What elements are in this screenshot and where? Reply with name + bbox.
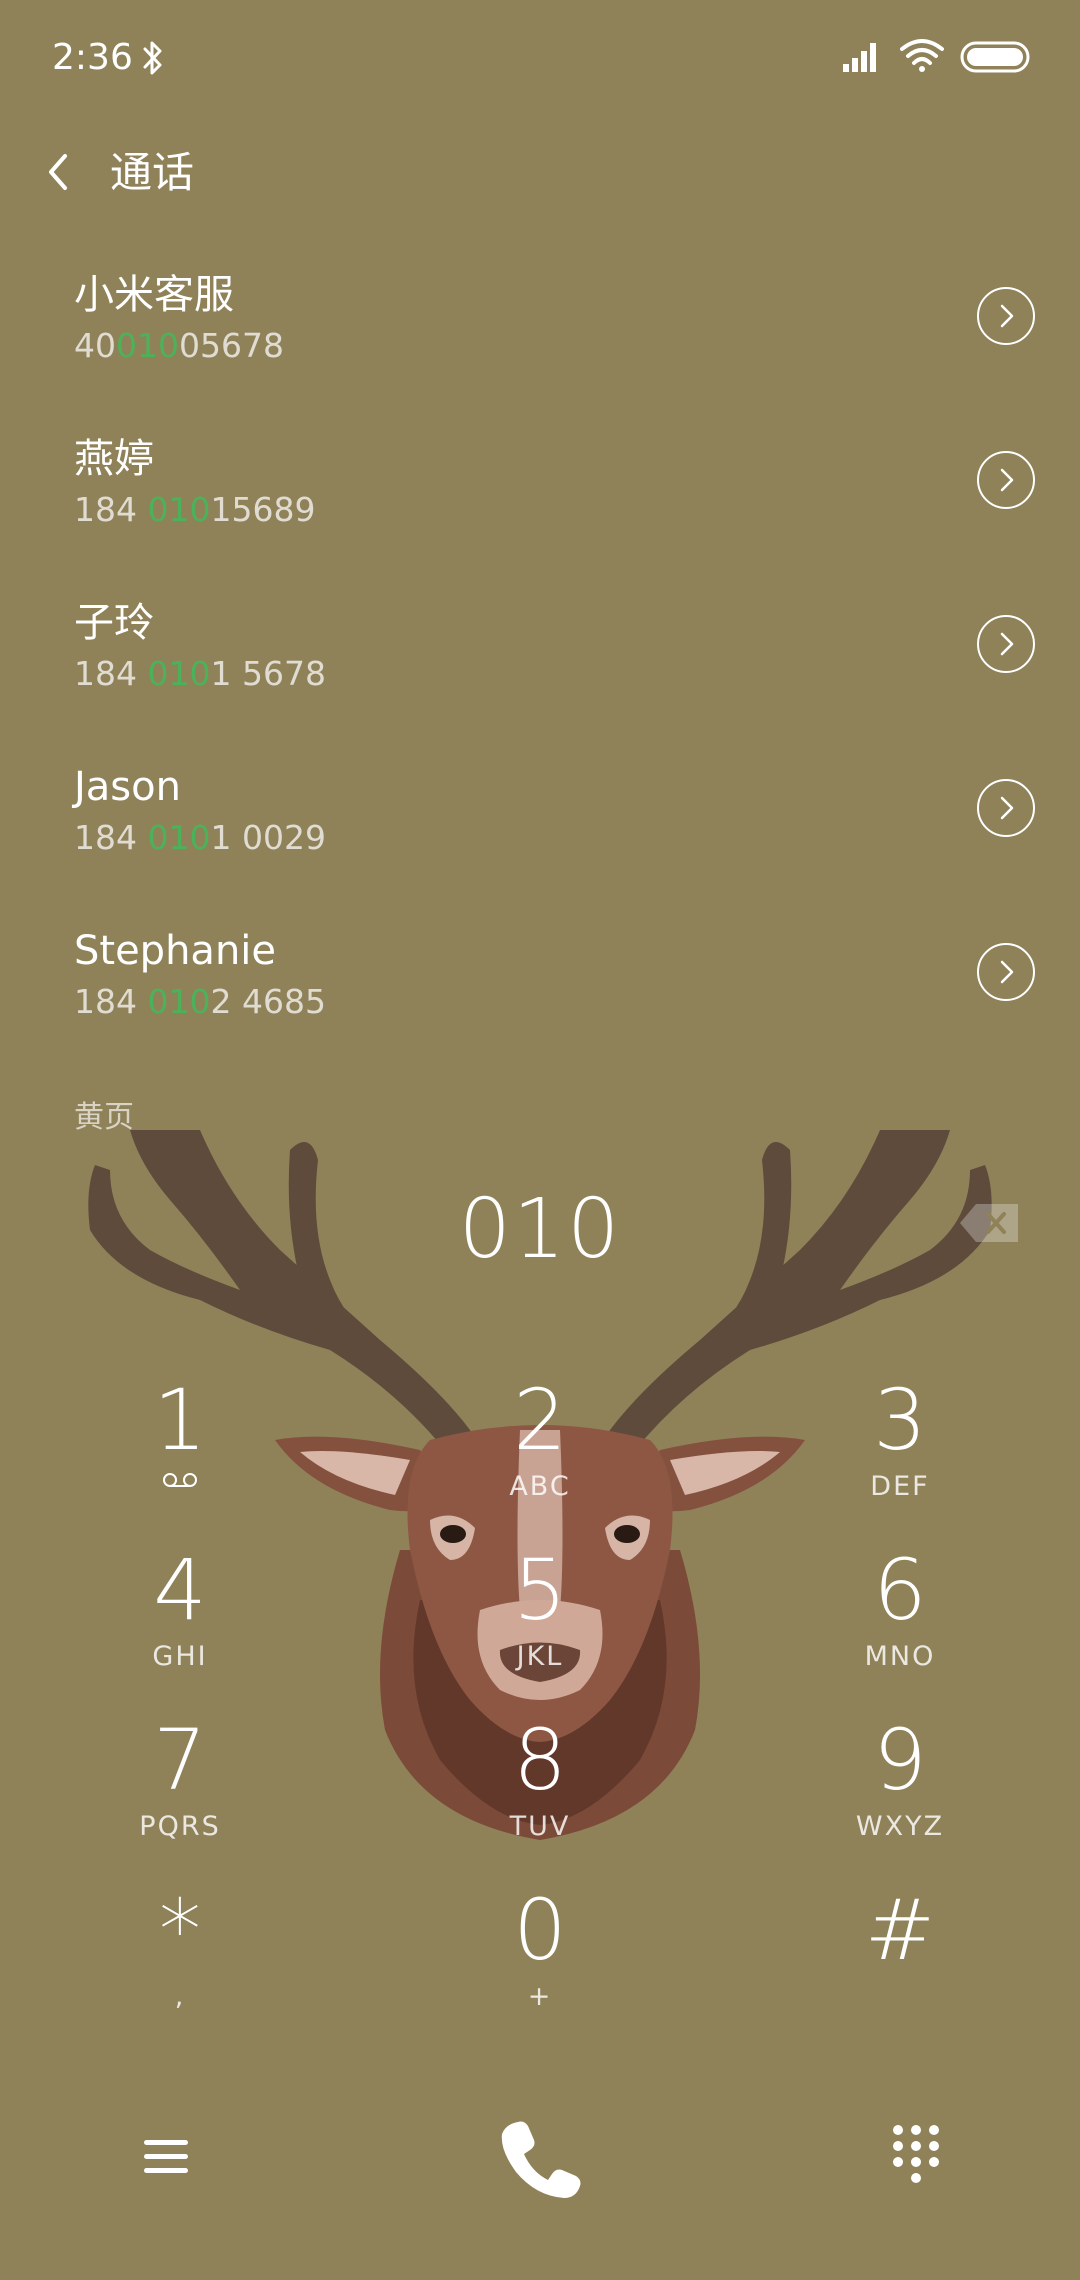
contact-detail-button[interactable]	[976, 450, 1036, 510]
contact-name: 子玲	[74, 600, 154, 646]
key-1[interactable]: 1	[80, 1370, 280, 1520]
key-0[interactable]: 0 +	[440, 1880, 640, 2030]
menu-icon[interactable]	[134, 2128, 198, 2184]
wifi-icon	[900, 39, 944, 72]
backspace-icon[interactable]	[958, 1202, 1020, 1244]
key-7[interactable]: 7 PQRS	[80, 1710, 280, 1860]
contact-detail-button[interactable]	[976, 942, 1036, 1002]
contact-number: 4001005678	[74, 326, 284, 365]
contact-name: 燕婷	[74, 436, 154, 482]
phone-icon[interactable]	[492, 2110, 588, 2206]
number-match: 010	[147, 982, 211, 1021]
contact-suggestion-list: 小米客服 4001005678 燕婷 184 01015689 子玲 184 0…	[0, 246, 1080, 1066]
contact-detail-button[interactable]	[976, 286, 1036, 346]
key-2[interactable]: 2 ABC	[440, 1370, 640, 1520]
contact-row[interactable]: Stephanie 184 0102 4685	[0, 902, 1080, 1066]
battery-icon	[960, 41, 1030, 73]
contact-name: 小米客服	[74, 272, 234, 318]
key-star[interactable]: * ,	[80, 1880, 280, 2030]
contact-number: 184 0102 4685	[74, 982, 326, 1021]
key-3[interactable]: 3 DEF	[800, 1370, 1000, 1520]
contact-detail-button[interactable]	[976, 614, 1036, 674]
status-time: 2:36	[52, 37, 133, 78]
header: 通话	[0, 130, 1080, 216]
key-5[interactable]: 5 JKL	[440, 1540, 640, 1690]
contact-row[interactable]: 小米客服 4001005678	[0, 246, 1080, 410]
page-title: 通话	[110, 148, 195, 197]
contact-row[interactable]: 子玲 184 0101 5678	[0, 574, 1080, 738]
contact-detail-button[interactable]	[976, 778, 1036, 838]
contact-row[interactable]: Jason 184 0101 0029	[0, 738, 1080, 902]
contact-row[interactable]: 燕婷 184 01015689	[0, 410, 1080, 574]
back-button[interactable]	[32, 142, 84, 202]
contact-name: Stephanie	[74, 928, 277, 974]
dialed-number-display[interactable]: 010	[240, 1180, 840, 1280]
chevron-left-icon	[49, 154, 67, 190]
signal-icon	[843, 43, 876, 72]
bottom-action-bar	[0, 2090, 1080, 2220]
number-match: 010	[147, 818, 211, 857]
number-match: 010	[147, 654, 211, 693]
dial-keypad: 1 2 ABC 3 DEF 4 GHI 5 JKL 6 MNO 7 PQRS 8…	[0, 1370, 1080, 2050]
contact-number: 184 0101 5678	[74, 654, 326, 693]
key-8[interactable]: 8 TUV	[440, 1710, 640, 1860]
key-4[interactable]: 4 GHI	[80, 1540, 280, 1690]
voicemail-icon	[163, 1473, 197, 1487]
number-match: 010	[116, 326, 179, 365]
dialpad-icon[interactable]	[886, 2120, 946, 2190]
number-match: 010	[147, 490, 211, 529]
status-bar: 2:36	[0, 0, 1080, 118]
contact-name: Jason	[74, 764, 181, 810]
key-hash[interactable]: #	[800, 1880, 1000, 2030]
bluetooth-icon	[143, 41, 162, 75]
contact-number: 184 01015689	[74, 490, 316, 529]
key-6[interactable]: 6 MNO	[800, 1540, 1000, 1690]
contact-number: 184 0101 0029	[74, 818, 326, 857]
key-9[interactable]: 9 WXYZ	[800, 1710, 1000, 1860]
